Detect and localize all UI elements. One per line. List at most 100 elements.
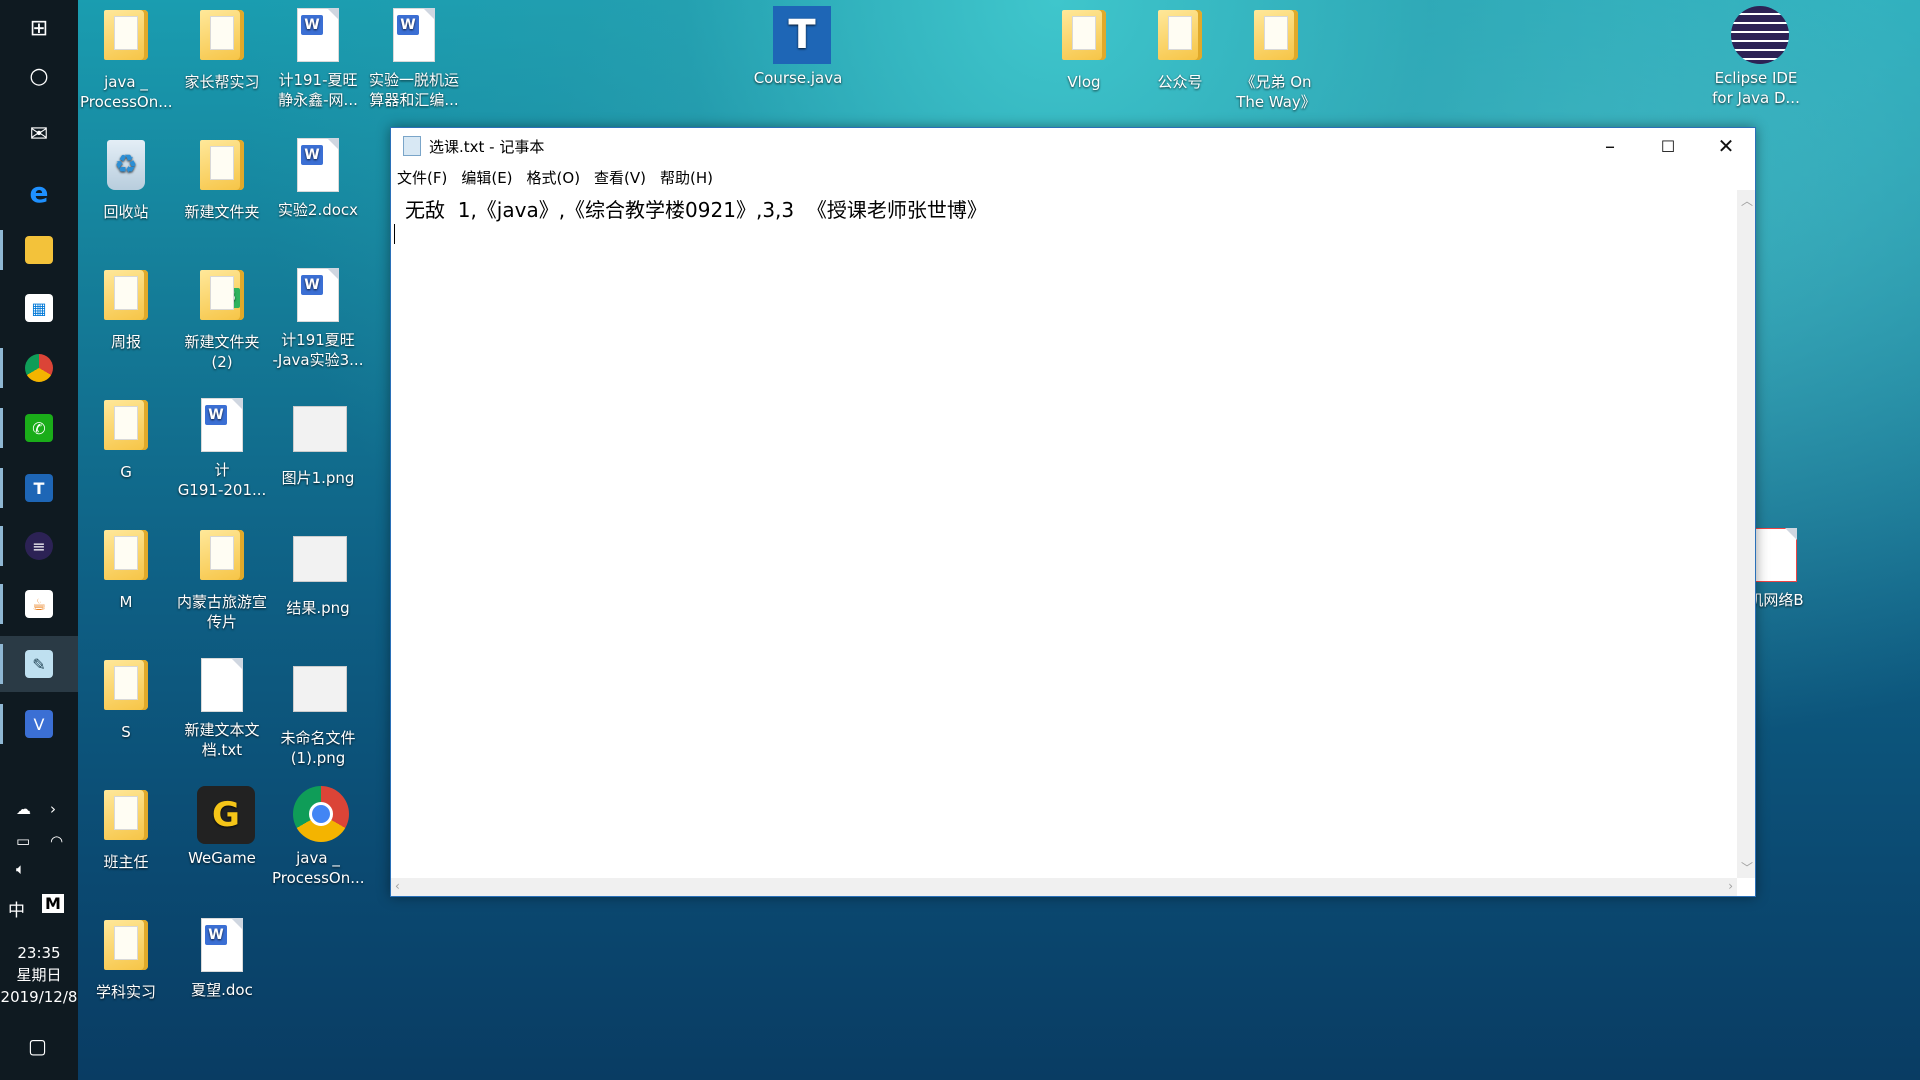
maximize-icon: ☐ [1660,136,1676,156]
folder-icon [101,790,151,848]
desktop-icon-label: 结果.png [286,599,350,617]
menu-file[interactable]: 文件(F) [397,167,447,188]
java-button[interactable]: ☕ [0,576,78,632]
desktop-icon[interactable]: Vlog [1038,6,1130,92]
visualstudio-button[interactable]: V [0,696,78,752]
clock-weekday: 星期日 [16,966,62,984]
desktop-icon[interactable]: W 夏望.doc [176,916,268,1000]
minimize-button[interactable]: – [1581,128,1639,164]
desktop-icon[interactable]: 周报 [80,266,172,352]
chevron-up-icon[interactable]: › [50,800,56,818]
folder-icon [101,10,151,68]
desktop-icon[interactable]: 结果.png [272,526,364,618]
cortana-icon: ○ [29,63,49,89]
desktop-icon[interactable]: 图片1.png [272,396,364,488]
text-caret [394,224,395,244]
desktop-icon[interactable]: T Course.java [752,6,844,88]
eclipse-icon: ≡ [25,532,53,560]
wegame-icon: G [197,786,255,844]
scroll-down-icon[interactable]: ﹀ [1741,859,1753,876]
maximize-button[interactable]: ☐ [1639,128,1697,164]
folder-icon [197,140,247,198]
wechat-icon: ✆ [25,414,53,442]
folder-icon [1251,10,1301,68]
menu-edit[interactable]: 编辑(E) [461,167,512,188]
notepad-window[interactable]: 选课.txt - 记事本 – ☐ ✕ 文件(F) 编辑(E) 格式(O) 查看(… [390,127,1756,897]
desktop-icon[interactable]: 《兄弟 On The Way》 [1230,6,1322,112]
image-file-icon [293,666,347,724]
desktop-icon[interactable]: W 实验2.docx [272,136,364,220]
spreadsheet-folder-icon: S [197,270,247,328]
desktop-icon[interactable]: 新建文件夹 [176,136,268,222]
mail-button[interactable]: ✉ [0,106,78,162]
menu-help[interactable]: 帮助(H) [660,167,713,188]
folder-icon [101,270,151,328]
notification-icon[interactable]: ▢ [28,1034,47,1058]
desktop-icon[interactable]: 公众号 [1134,6,1226,92]
text-editor[interactable]: 无敌 1,《java》,《综合教学楼0921》,3,3 《授课老师张世博》 [391,190,1737,878]
volume-icon[interactable]: 🔈︎ [16,860,25,878]
wechat-button[interactable]: ✆ [0,400,78,456]
desktop-icon-label: G [120,463,132,481]
edge-button[interactable]: e [0,164,78,220]
wifi-icon[interactable]: ◠ [50,832,63,850]
typora-button[interactable]: T [0,460,78,516]
folder-icon [197,10,247,68]
clock[interactable]: 23:35 星期日 2019/12/8 [0,942,78,1008]
desktop-icon[interactable]: W 计191夏旺 -Java实验3... [272,266,364,370]
explorer-button[interactable] [0,222,78,278]
image-file-icon [293,536,347,594]
folder-icon [197,530,247,588]
desktop-icon[interactable]: M [80,526,172,612]
desktop-icon[interactable]: G WeGame [176,786,268,868]
desktop-icon[interactable]: 内蒙古旅游宣 传片 [176,526,268,632]
close-button[interactable]: ✕ [1697,128,1755,164]
image-file-icon [293,406,347,464]
scroll-up-icon[interactable]: ︿ [1741,192,1753,209]
chrome-button[interactable] [0,340,78,396]
desktop-icon[interactable]: S [80,656,172,742]
horizontal-scrollbar[interactable]: ‹ › [391,878,1737,896]
desktop-icon[interactable]: W 计 G191-201... [176,396,268,500]
desktop-icon[interactable]: 家长帮实习 [176,6,268,92]
search-button[interactable]: ○ [0,48,78,104]
desktop-icon[interactable]: java _ ProcessOn... [80,6,173,112]
folder-icon [101,400,151,458]
close-icon: ✕ [1717,134,1735,158]
desktop-icon-label: java _ ProcessOn... [272,849,365,887]
desktop-icon[interactable]: W 计191-夏旺 静永鑫-网... [272,6,364,110]
menu-view[interactable]: 查看(V) [594,167,646,188]
desktop-icon[interactable]: W 实验一脱机运 算器和汇编... [368,6,460,110]
eclipse-button[interactable]: ≡ [0,518,78,574]
desktop-icon[interactable]: 新建文本文 档.txt [176,656,268,760]
desktop-icon[interactable]: Eclipse IDE for Java D... [1710,6,1802,108]
desktop-icon[interactable]: 未命名文件 (1).png [272,656,364,768]
title-bar[interactable]: 选课.txt - 记事本 [391,128,1755,164]
desktop-icon-label: 新建文件夹 [184,203,260,221]
vertical-scrollbar[interactable]: ︿ ﹀ [1737,190,1755,878]
ime-indicator[interactable]: 中 [8,896,25,921]
pdf-icon [1751,528,1801,586]
word-doc-icon: W [389,8,439,66]
java-icon: ☕ [25,590,53,618]
onedrive-icon[interactable]: ☁ [16,800,31,818]
menu-bar: 文件(F) 编辑(E) 格式(O) 查看(V) 帮助(H) [391,164,1755,190]
desktop-icon-label: 家长帮实习 [184,73,260,91]
desktop-icon-label: 内蒙古旅游宣 传片 [176,593,267,631]
desktop-icon[interactable]: 学科实习 [80,916,172,1002]
desktop-icon[interactable]: ♻ 回收站 [80,136,172,222]
desktop-icon-label: 回收站 [103,203,149,221]
desktop-icon[interactable]: S 新建文件夹 (2) [176,266,268,372]
battery-icon[interactable]: ▭ [16,832,30,850]
scroll-right-icon[interactable]: › [1728,879,1733,893]
desktop-icon[interactable]: 班主任 [80,786,172,872]
scroll-left-icon[interactable]: ‹ [395,879,400,893]
mail-icon: ✉ [29,121,49,147]
desktop-icon[interactable]: java _ ProcessOn... [272,786,365,888]
menu-format[interactable]: 格式(O) [527,167,581,188]
word-doc-icon: W [293,8,343,66]
desktop-icon[interactable]: G [80,396,172,482]
ime-mode-icon[interactable]: M [42,894,64,913]
store-button[interactable]: ▦ [0,280,78,336]
notepad-button[interactable]: ✎ [0,636,78,692]
